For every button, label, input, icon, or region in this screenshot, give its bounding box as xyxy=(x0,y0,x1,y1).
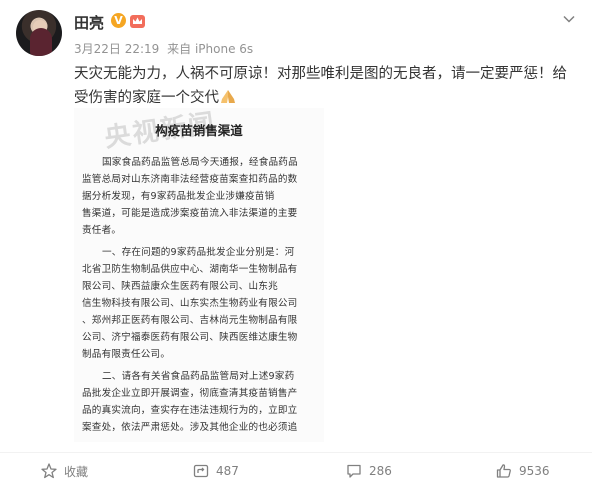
comment-count: 286 xyxy=(369,464,392,478)
favorite-button[interactable]: 收藏 xyxy=(40,460,88,482)
document-line: 制品有限责任公司。 xyxy=(82,349,171,360)
weibo-post: 田亮 V 3月22日 22:19 来自 iPhone 6s 天灾无能为力，人祸不… xyxy=(0,0,592,490)
document-line: 品批发企业立即开展调查，彻底查清其疫苗销售产 xyxy=(82,388,298,399)
document-line: 、郑州邦正医药有限公司、吉林尚元生物制品有限 xyxy=(82,315,298,326)
document-title: 构疫苗销售渠道 xyxy=(155,123,243,138)
document-line: 监管总局对山东济南非法经营疫苗案查扣药品的数 xyxy=(82,174,298,185)
document-line: 一、存在问题的9家药品批发企业分别是：河 xyxy=(102,247,295,258)
document-line: 信生物科技有限公司、山东实杰生物药业有限公司 xyxy=(82,298,298,309)
repost-icon xyxy=(193,464,209,478)
document-line: 北省卫防生物制品供应中心、湖南华一生物制品有 xyxy=(82,264,298,275)
favorite-label: 收藏 xyxy=(64,464,89,479)
verified-badge-icon: V xyxy=(111,13,126,28)
comment-button[interactable]: 286 xyxy=(345,460,392,482)
chevron-down-icon[interactable] xyxy=(562,12,576,26)
action-bar-divider xyxy=(0,452,592,453)
document-line: 责任者。 xyxy=(82,225,122,236)
post-time[interactable]: 3月22日 22:19 xyxy=(74,42,159,56)
document-line: 品的真实流向，查实存在违法违规行为的，立即立 xyxy=(82,405,298,416)
repost-button[interactable]: 487 xyxy=(192,460,239,482)
post-text: 天灾无能为力，人祸不可原谅！对那些唯利是图的无良者，请一定要严惩！给受伤害的家庭… xyxy=(74,62,574,110)
document-line: 二、请各有关省食品药品监管局对上述9家药 xyxy=(102,371,295,382)
repost-count: 487 xyxy=(216,464,239,478)
post-meta: 3月22日 22:19 来自 iPhone 6s xyxy=(74,40,257,57)
document-line: 据分析发现，有9家药品批发企业涉嫌疫苗销 xyxy=(82,191,275,202)
pray-hands-icon xyxy=(221,90,235,103)
avatar[interactable] xyxy=(16,10,62,56)
like-icon xyxy=(496,464,511,478)
document-line: 限公司、陕西益康众生医药有限公司、山东兆 xyxy=(82,281,278,292)
post-text-body: 天灾无能为力，人祸不可原谅！对那些唯利是图的无良者，请一定要严惩！给受伤害的家庭… xyxy=(74,66,567,106)
crown-badge-icon xyxy=(130,15,145,28)
document-page: 央视新闻 构疫苗销售渠道 国家食品药品监管总局今天通报，经食品药品 监管总局对山… xyxy=(74,108,324,442)
post-source: 来自 iPhone 6s xyxy=(167,42,254,56)
document-line: 公司、济宁福泰医药有限公司、陕西医维达康生物 xyxy=(82,332,298,343)
document-line: 售渠道，可能是造成涉案疫苗流入非法渠道的主要 xyxy=(82,208,298,219)
comment-icon xyxy=(347,464,361,478)
document-line: 案查处，依法严肃惩处。涉及其他企业的也必须追 xyxy=(82,422,298,433)
post-image[interactable]: 央视新闻 构疫苗销售渠道 国家食品药品监管总局今天通报，经食品药品 监管总局对山… xyxy=(74,108,324,442)
username[interactable]: 田亮 xyxy=(74,12,104,33)
like-count: 9536 xyxy=(519,464,550,478)
star-icon xyxy=(41,463,57,479)
like-button[interactable]: 9536 xyxy=(495,460,550,482)
document-line: 国家食品药品监管总局今天通报，经食品药品 xyxy=(102,157,298,168)
avatar-figure xyxy=(30,28,52,56)
